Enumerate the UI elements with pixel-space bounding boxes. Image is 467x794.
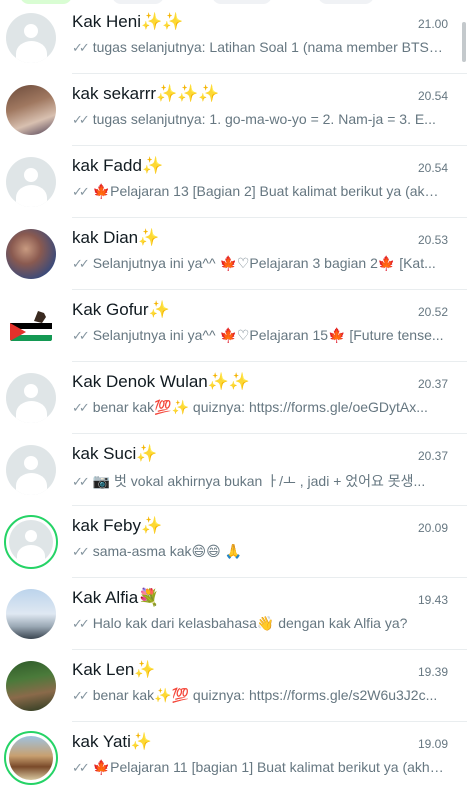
chat-time: 20.37: [417, 377, 448, 391]
avatar: [4, 731, 58, 785]
avatar: [6, 589, 56, 639]
double-check-icon: ✓✓: [72, 544, 90, 559]
chat-preview: ✓✓ 📷 벗 vokal akhirnya bukan ㅏ/ㅗ , jadi +…: [72, 473, 426, 489]
sparkle-emoji: ✨✨: [140, 12, 184, 31]
chat-name: Kak Gofur✨: [72, 300, 170, 319]
avatar: [6, 229, 56, 279]
chat-preview: ✓✓ Halo kak dari kelasbahasa👋 dengan kak…: [72, 615, 408, 631]
chat-row-len[interactable]: Kak Len✨ 19.39 ✓✓ benar kak✨💯 quiznya: h…: [0, 650, 467, 722]
chat-name: kak Fadd✨: [72, 156, 164, 175]
double-check-icon: ✓✓: [72, 184, 90, 199]
chat-name: kak Suci✨: [72, 444, 158, 463]
avatar: [4, 515, 58, 569]
chat-time: 20.37: [417, 449, 448, 463]
avatar: [6, 157, 56, 207]
chat-time: 20.09: [417, 521, 448, 535]
chat-row-suci[interactable]: kak Suci✨ 20.37 ✓✓ 📷 벗 vokal akhirnya bu…: [0, 434, 467, 506]
avatar: [6, 445, 56, 495]
chat-preview: ✓✓ sama-asma kak😄😄 🙏: [72, 543, 243, 559]
scroll-thumb[interactable]: [462, 22, 466, 62]
double-check-icon: ✓✓: [72, 400, 90, 415]
chat-row-gofur[interactable]: Kak Gofur✨ 20.52 ✓✓ Selanjutnya ini ya^^…: [0, 290, 467, 362]
sparkle-emoji: ✨: [136, 444, 158, 463]
chat-preview: ✓✓ Selanjutnya ini ya^^ 🍁♡Pelajaran 3 ba…: [72, 255, 436, 271]
chat-row-feby[interactable]: kak Feby✨ 20.09 ✓✓ sama-asma kak😄😄 🙏: [0, 506, 467, 578]
chat-row-yati[interactable]: kak Yati✨ 19.09 ✓✓ 🍁Pelajaran 11 [bagian…: [0, 722, 467, 794]
double-check-icon: ✓✓: [72, 688, 90, 703]
double-check-icon: ✓✓: [72, 328, 90, 343]
chat-time: 20.52: [417, 305, 448, 319]
chat-row-sekarrr[interactable]: kak sekarrr✨✨✨ 20.54 ✓✓ tugas selanjutny…: [0, 74, 467, 146]
chat-name: kak sekarrr✨✨✨: [72, 84, 220, 103]
double-check-icon: ✓✓: [72, 256, 90, 271]
sparkle-emoji: ✨: [130, 732, 153, 751]
chat-time: 20.53: [417, 233, 448, 247]
double-check-icon: ✓✓: [72, 40, 90, 55]
chat-preview: ✓✓ benar kak✨💯 quiznya: https://forms.gl…: [72, 687, 438, 703]
avatar: [6, 13, 56, 63]
chat-preview: ✓✓ 🍁Pelajaran 13 [Bagian 2] Buat kalimat…: [72, 183, 444, 199]
sparkle-emoji: ✨: [141, 156, 164, 175]
chat-name: Kak Alfia💐: [72, 588, 160, 607]
chat-time: 19.39: [417, 665, 448, 679]
chat-name: kak Yati✨: [72, 732, 153, 751]
chat-time: 19.09: [417, 737, 448, 751]
chat-preview: ✓✓ Selanjutnya ini ya^^ 🍁♡Pelajaran 15🍁 …: [72, 327, 444, 343]
chat-row-fadd[interactable]: kak Fadd✨ 20.54 ✓✓ 🍁Pelajaran 13 [Bagian…: [0, 146, 467, 218]
chat-row-dian[interactable]: kak Dian✨ 20.53 ✓✓ Selanjutnya ini ya^^ …: [0, 218, 467, 290]
chat-time: 20.54: [417, 89, 448, 103]
chat-row-alfia[interactable]: Kak Alfia💐 19.43 ✓✓ Halo kak dari kelasb…: [0, 578, 467, 650]
sparkle-emoji: ✨: [148, 300, 170, 319]
chat-time: 21.00: [417, 17, 448, 31]
avatar: [6, 373, 56, 423]
chat-preview: ✓✓ benar kak💯✨ quiznya: https://forms.gl…: [72, 399, 428, 415]
chat-row-denok-wulan[interactable]: Kak Denok Wulan✨✨ 20.37 ✓✓ benar kak💯✨ q…: [0, 362, 467, 434]
avatar: [6, 85, 56, 135]
chat-preview: ✓✓ tugas selanjutnya: 1. go-ma-wo-yo = 2…: [72, 111, 436, 127]
chat-time: 20.54: [417, 161, 448, 175]
sparkle-emoji: ✨: [138, 228, 160, 247]
chat-preview: ✓✓ tugas selanjutnya: Latihan Soal 1 (na…: [72, 39, 444, 55]
double-check-icon: ✓✓: [72, 616, 90, 631]
double-check-icon: ✓✓: [72, 112, 90, 127]
sparkle-emoji: ✨: [134, 660, 156, 679]
scrollbar[interactable]: [461, 0, 467, 768]
sparkle-emoji: ✨✨✨: [156, 84, 220, 103]
chat-time: 19.43: [417, 593, 448, 607]
palestine-flag-icon: [10, 311, 52, 341]
double-check-icon: ✓✓: [72, 474, 90, 489]
chat-name: Kak Len✨: [72, 660, 156, 679]
sparkle-emoji: ✨: [140, 516, 163, 535]
avatar: [6, 301, 56, 351]
avatar: [6, 661, 56, 711]
flower-emoji: 💐: [138, 588, 160, 607]
chat-name: Kak Denok Wulan✨✨: [72, 372, 251, 391]
sparkle-emoji: ✨✨: [207, 372, 251, 391]
chat-name: Kak Heni✨✨: [72, 12, 184, 31]
chat-name: kak Feby✨: [72, 516, 163, 535]
chat-row-heni[interactable]: Kak Heni✨✨ 21.00 ✓✓ tugas selanjutnya: L…: [0, 2, 467, 74]
chat-name: kak Dian✨: [72, 228, 160, 247]
